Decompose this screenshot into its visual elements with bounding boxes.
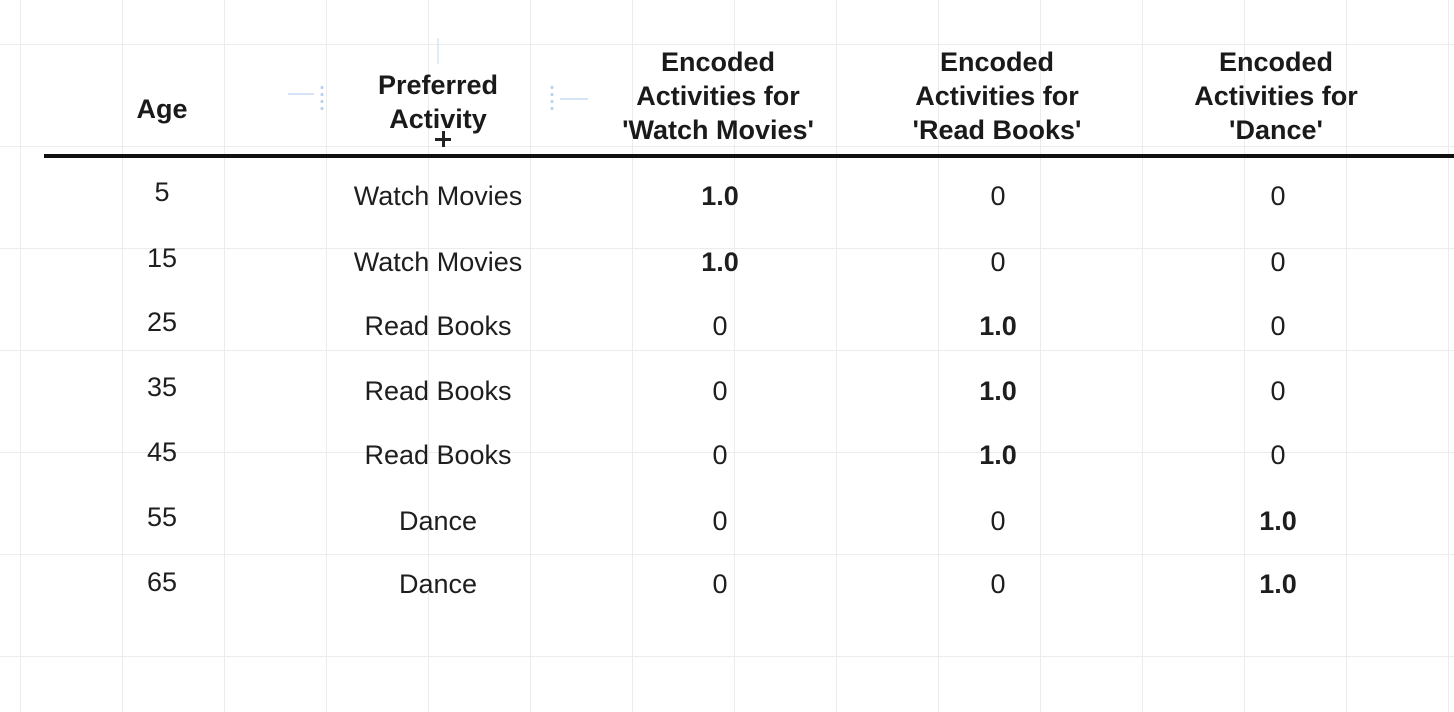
resize-handle-icon[interactable] bbox=[550, 84, 554, 114]
header-preferred-activity[interactable]: Preferred Activity bbox=[328, 68, 548, 136]
resize-handle-icon[interactable] bbox=[437, 38, 439, 64]
activity-cell: Dance bbox=[398, 569, 478, 599]
encoded-dance-cell: 0 bbox=[1270, 247, 1286, 277]
activity-cell: Read Books bbox=[364, 311, 512, 341]
activity-cell: Dance bbox=[398, 506, 478, 536]
header-encoded-dance: Encoded Activities for 'Dance' bbox=[1194, 47, 1358, 145]
activity-cell: Watch Movies bbox=[353, 247, 523, 277]
encoded-watch-movies-cell: 1.0 bbox=[701, 181, 739, 211]
resize-handle-icon[interactable] bbox=[288, 93, 314, 95]
header-divider bbox=[44, 154, 1454, 158]
activity-cell: Read Books bbox=[364, 376, 512, 406]
age-cell: 25 bbox=[146, 307, 178, 337]
encoded-read-books-cell: 0 bbox=[990, 569, 1006, 599]
encoded-watch-movies-cell: 0 bbox=[712, 311, 728, 341]
encoded-dance-cell: 1.0 bbox=[1259, 506, 1297, 536]
age-cell: 65 bbox=[146, 567, 178, 597]
move-cursor-icon bbox=[434, 130, 452, 148]
age-cell: 45 bbox=[146, 437, 178, 467]
encoded-dance-cell: 0 bbox=[1270, 376, 1286, 406]
header-age: Age bbox=[136, 94, 188, 124]
encoded-watch-movies-cell: 0 bbox=[712, 440, 728, 470]
encoded-watch-movies-cell: 0 bbox=[712, 569, 728, 599]
age-cell: 15 bbox=[146, 243, 178, 273]
encoded-watch-movies-cell: 1.0 bbox=[701, 247, 739, 277]
encoded-read-books-cell: 1.0 bbox=[979, 311, 1017, 341]
encoded-read-books-cell: 0 bbox=[990, 506, 1006, 536]
resize-handle-icon[interactable] bbox=[320, 84, 324, 114]
encoded-watch-movies-cell: 0 bbox=[712, 376, 728, 406]
table-canvas: Age Preferred Activity Encoded Activitie… bbox=[0, 0, 1454, 712]
encoded-dance-cell: 0 bbox=[1270, 181, 1286, 211]
encoded-dance-cell: 1.0 bbox=[1259, 569, 1297, 599]
age-cell: 55 bbox=[146, 502, 178, 532]
activity-cell: Watch Movies bbox=[353, 181, 523, 211]
age-cell: 35 bbox=[146, 372, 178, 402]
encoded-watch-movies-cell: 0 bbox=[712, 506, 728, 536]
encoded-read-books-cell: 0 bbox=[990, 181, 1006, 211]
encoded-dance-cell: 0 bbox=[1270, 440, 1286, 470]
encoded-read-books-cell: 1.0 bbox=[979, 376, 1017, 406]
header-encoded-read-books: Encoded Activities for 'Read Books' bbox=[912, 47, 1082, 145]
encoded-read-books-cell: 1.0 bbox=[979, 440, 1017, 470]
encoded-read-books-cell: 0 bbox=[990, 247, 1006, 277]
age-cell: 5 bbox=[154, 177, 170, 207]
encoded-dance-cell: 0 bbox=[1270, 311, 1286, 341]
header-encoded-watch-movies: Encoded Activities for 'Watch Movies' bbox=[622, 47, 814, 145]
activity-cell: Read Books bbox=[364, 440, 512, 470]
